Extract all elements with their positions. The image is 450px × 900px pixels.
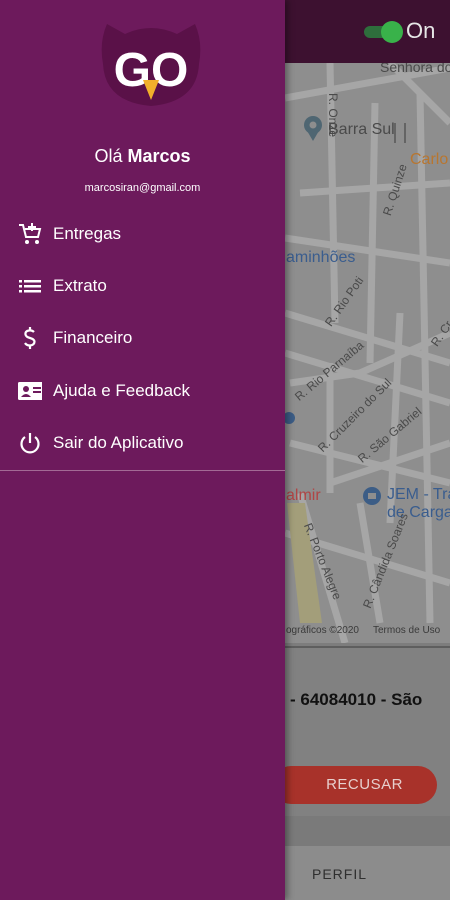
power-icon — [20, 433, 40, 454]
menu-label: Sair do Aplicativo — [53, 433, 184, 452]
menu-label: Ajuda e Feedback — [53, 381, 191, 400]
menu-item-sair[interactable]: Sair do Aplicativo — [0, 421, 285, 465]
menu-label: Extrato — [53, 276, 107, 295]
nav-profile-tab[interactable]: PERFIL — [312, 866, 367, 882]
map-data-credit: ográficos ©2020 — [286, 625, 359, 636]
drawer-divider — [0, 470, 285, 471]
map-label-carlo: Carlo — [410, 151, 449, 168]
greeting-prefix: Olá — [94, 146, 123, 166]
delivery-address: - 64084010 - São — [290, 690, 423, 709]
contact-card-icon — [18, 382, 42, 400]
menu-item-extrato[interactable]: Extrato — [0, 264, 285, 308]
map-label-jem-1: JEM - Tra — [387, 486, 450, 503]
map-label-barra-sul: Barra Sul — [328, 121, 395, 138]
menu-label: Financeiro — [53, 328, 133, 347]
menu-item-entregas[interactable]: Entregas — [0, 212, 285, 256]
menu-label: Entregas — [53, 224, 122, 243]
user-email: marcosiran@gmail.com — [84, 182, 201, 194]
user-name: Marcos — [127, 146, 191, 166]
map-label-almir: almir — [286, 487, 321, 504]
navigation-drawer: GO Olá Marcos marcosiran@gmail.com Entre… — [0, 0, 285, 900]
map-terms-link[interactable]: Termos de Uso — [373, 625, 440, 636]
list-icon — [19, 280, 41, 293]
reject-button[interactable]: RECUSAR — [272, 766, 437, 804]
go-owl-logo: GO — [101, 24, 201, 106]
menu-item-ajuda[interactable]: Ajuda e Feedback — [0, 369, 285, 413]
menu-item-financeiro[interactable]: Financeiro — [0, 316, 285, 360]
online-toggle[interactable] — [364, 21, 403, 43]
map-label-senhora: Senhora do — [380, 63, 450, 75]
toggle-label: On — [406, 18, 436, 43]
user-greeting: Olá Marcos — [0, 146, 285, 167]
toggle-knob — [381, 21, 403, 43]
cart-plus-icon — [19, 223, 42, 244]
map-label-caminhoes: aminhões — [286, 249, 356, 266]
dollar-icon — [24, 327, 36, 349]
